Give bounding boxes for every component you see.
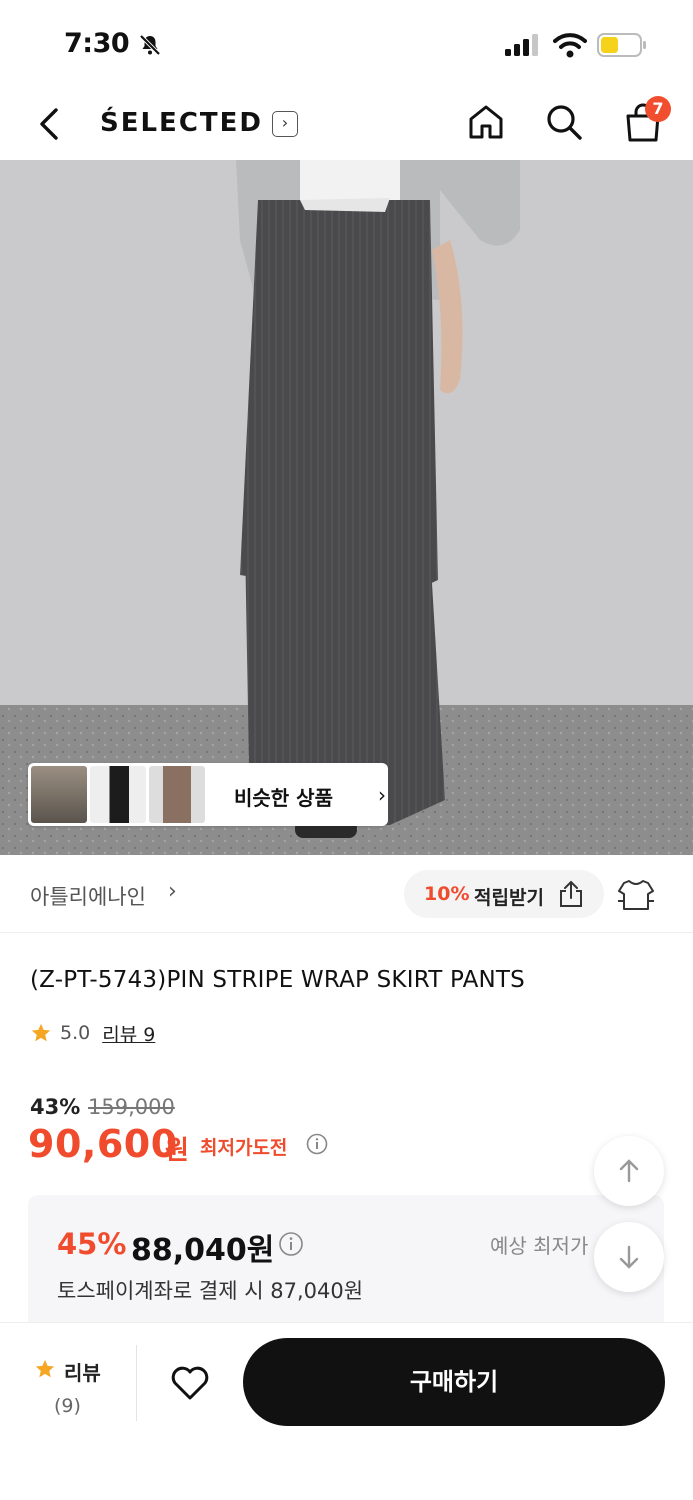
brand-link-chevron-icon[interactable]: › bbox=[272, 111, 298, 137]
product-photo bbox=[0, 160, 693, 855]
rating-row: 5.0 리뷰 9 bbox=[30, 1020, 155, 1046]
reward-share-button[interactable]: 10% 적립받기 bbox=[404, 870, 604, 918]
tosspay-benefit-box: 45% 88,040원 예상 최저가 토스페이계좌로 결제 시 87,040원 bbox=[28, 1195, 664, 1335]
bell-muted-icon bbox=[139, 34, 161, 56]
bottom-action-bar: 리뷰 (9) 구매하기 bbox=[0, 1322, 693, 1500]
chevron-right-icon: › bbox=[378, 783, 386, 807]
battery-icon bbox=[597, 33, 646, 57]
bottom-review-label: 리뷰 bbox=[64, 1361, 101, 1385]
arrow-down-icon bbox=[619, 1245, 639, 1269]
status-bar: 7:30 bbox=[0, 0, 693, 90]
back-arrow-icon[interactable] bbox=[34, 104, 64, 144]
fitting-compare-icon[interactable] bbox=[616, 877, 656, 913]
star-icon bbox=[35, 1359, 55, 1378]
home-icon[interactable] bbox=[466, 102, 506, 142]
lowest-price-challenge-label: 최저가도전 bbox=[200, 1137, 288, 1159]
reward-label: 적립받기 bbox=[474, 887, 544, 909]
share-icon bbox=[560, 880, 582, 907]
shop-row: 아틀리에나인 › 10% 적립받기 bbox=[0, 855, 693, 933]
similar-thumb-1 bbox=[31, 766, 87, 823]
search-icon[interactable] bbox=[544, 102, 584, 142]
rating-score: 5.0 bbox=[60, 1022, 91, 1044]
brand-logo[interactable]: ŚELECTED bbox=[100, 108, 263, 138]
discount-rate: 43% bbox=[30, 1095, 81, 1119]
cart-count-badge: 7 bbox=[645, 96, 671, 122]
review-count-link[interactable]: 리뷰 9 bbox=[102, 1020, 155, 1047]
status-time: 7:30 bbox=[64, 28, 130, 59]
product-title: (Z-PT-5743)PIN STRIPE WRAP SKIRT PANTS bbox=[30, 967, 525, 993]
shop-name-link[interactable]: 아틀리에나인 bbox=[30, 881, 146, 911]
chevron-right-icon: › bbox=[168, 879, 177, 904]
price-unit: 원 bbox=[165, 1136, 189, 1166]
reward-percent: 10% bbox=[424, 883, 470, 905]
heart-icon[interactable] bbox=[168, 1361, 212, 1405]
scroll-top-button[interactable] bbox=[594, 1136, 664, 1206]
info-icon[interactable] bbox=[306, 1133, 328, 1155]
buy-button[interactable]: 구매하기 bbox=[243, 1338, 665, 1426]
info-icon[interactable] bbox=[278, 1231, 304, 1257]
divider bbox=[136, 1345, 137, 1421]
similar-products-button[interactable]: 비슷한 상품 › bbox=[28, 763, 388, 826]
toss-discount-rate: 45% bbox=[57, 1227, 127, 1261]
tosspay-sub-text: 토스페이계좌로 결제 시 87,040원 bbox=[57, 1279, 364, 1303]
scroll-down-button[interactable] bbox=[594, 1222, 664, 1292]
original-price: 159,000 bbox=[88, 1095, 175, 1119]
product-hero-image[interactable]: 비슷한 상품 › bbox=[0, 160, 693, 855]
top-nav: ŚELECTED › 7 bbox=[0, 90, 693, 160]
bottom-review-count: (9) bbox=[54, 1395, 81, 1417]
similar-thumb-3 bbox=[149, 766, 205, 823]
toss-amount: 88,040원 bbox=[131, 1233, 275, 1268]
cellular-signal-icon bbox=[505, 34, 538, 56]
wifi-icon bbox=[553, 33, 587, 58]
similar-thumb-2 bbox=[90, 766, 146, 823]
sale-price: 90,600 bbox=[28, 1122, 178, 1166]
star-icon bbox=[31, 1023, 51, 1042]
arrow-up-icon bbox=[619, 1159, 639, 1183]
similar-products-label: 비슷한 상품 bbox=[234, 786, 333, 810]
